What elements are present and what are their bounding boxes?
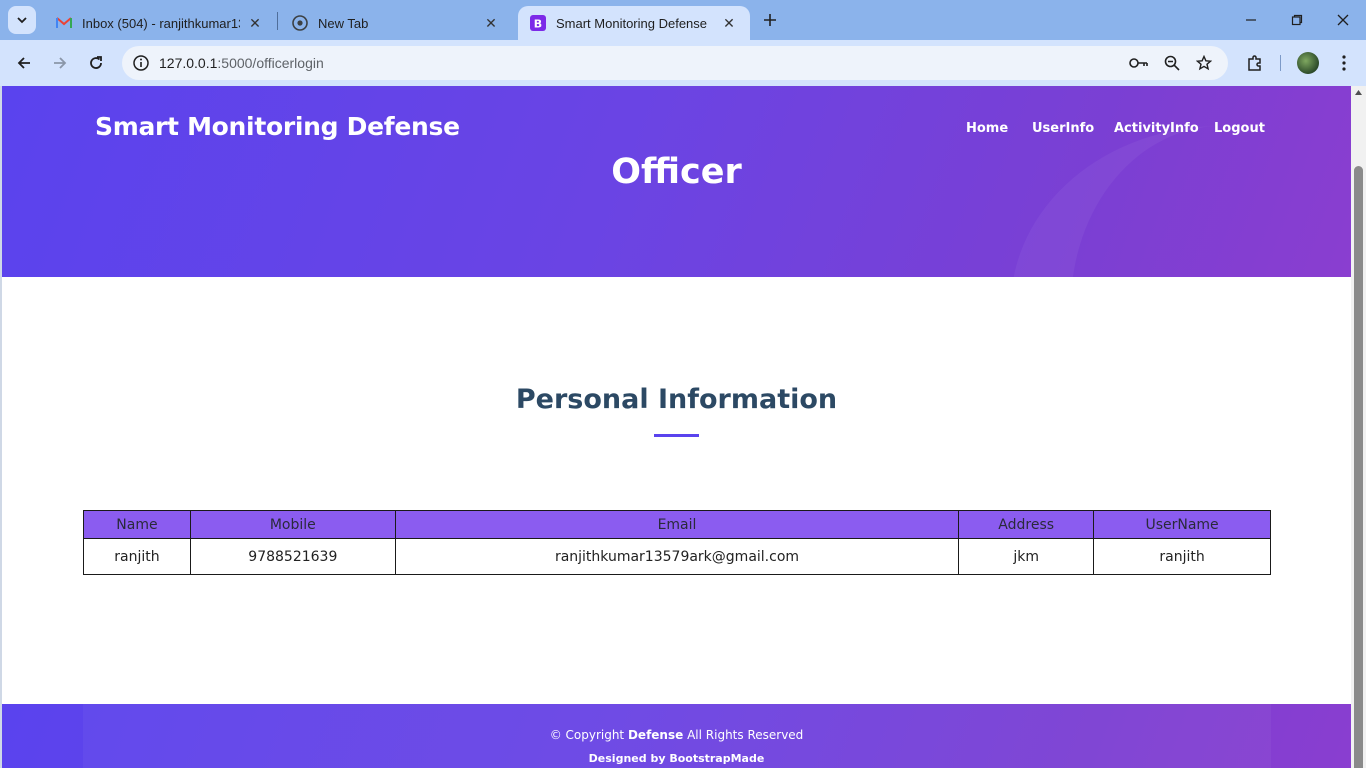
profile-avatar[interactable] [1297, 52, 1319, 74]
reload-button[interactable] [81, 48, 111, 78]
page-title: Officer [611, 152, 742, 192]
close-icon [1337, 14, 1349, 26]
cell-email: ranjithkumar13579ark@gmail.com [394, 538, 960, 575]
page-viewport: Smart Monitoring Defense Home UserInfo A… [0, 86, 1351, 768]
section-underline [654, 434, 699, 437]
table-row: ranjith 9788521639 ranjithkumar13579ark@… [83, 538, 1271, 575]
svg-text:B: B [534, 18, 542, 31]
column-header-email: Email [394, 510, 960, 539]
reload-icon [90, 56, 102, 69]
nav-activityinfo[interactable]: ActivityInfo [1114, 121, 1199, 136]
column-header-mobile: Mobile [189, 510, 396, 539]
close-window-button[interactable] [1320, 6, 1366, 34]
back-button[interactable] [9, 48, 39, 78]
minimize-icon [1246, 19, 1256, 21]
copyright-brand: Defense [627, 728, 684, 742]
browser-tab-new-tab[interactable]: New Tab ✕ [280, 6, 512, 40]
plus-icon [764, 14, 776, 26]
browser-toolbar: 127.0.0.1:5000/officerlogin [0, 40, 1366, 86]
restore-button[interactable] [1274, 6, 1320, 34]
extensions-button[interactable] [1240, 48, 1270, 78]
close-tab-icon[interactable]: ✕ [246, 14, 264, 32]
tab-title: New Tab [318, 15, 369, 31]
gmail-icon [56, 15, 72, 31]
site-brand[interactable]: Smart Monitoring Defense [95, 112, 460, 141]
site-info-icon[interactable] [132, 54, 150, 72]
nav-home[interactable]: Home [966, 121, 1008, 136]
tab-title: Inbox (504) - ranjithkumar13579 [82, 15, 240, 31]
arrow-left-icon [17, 57, 30, 69]
nav-logout[interactable]: Logout [1214, 121, 1265, 136]
toolbar-divider [1280, 55, 1281, 71]
personal-info-table: Name Mobile Email Address UserName ranji… [83, 510, 1271, 575]
nav-userinfo[interactable]: UserInfo [1032, 121, 1094, 136]
column-header-name: Name [83, 510, 191, 539]
cell-address: jkm [958, 538, 1095, 575]
chrome-icon [292, 15, 308, 31]
tab-separator [277, 12, 278, 30]
close-tab-icon[interactable]: ✕ [720, 14, 738, 32]
hero-decoration [1011, 126, 1351, 277]
chevron-down-icon [17, 17, 27, 24]
browser-tabstrip: Inbox (504) - ranjithkumar13579 ✕ New Ta… [0, 0, 1366, 40]
scrollbar-thumb[interactable] [1354, 166, 1363, 768]
puzzle-icon [1248, 55, 1261, 71]
table-header-row: Name Mobile Email Address UserName [83, 510, 1271, 539]
cell-mobile: 9788521639 [189, 538, 396, 575]
cell-username: ranjith [1093, 538, 1271, 575]
tab-search-button[interactable] [8, 6, 36, 34]
zoom-icon[interactable] [1162, 53, 1182, 73]
section-title: Personal Information [515, 384, 838, 415]
password-key-icon[interactable] [1129, 53, 1149, 73]
restore-icon [1291, 14, 1303, 26]
forward-button[interactable] [45, 48, 75, 78]
new-tab-button[interactable] [758, 8, 782, 32]
column-header-username: UserName [1093, 510, 1271, 539]
bootstrap-icon: B [530, 15, 546, 31]
page-footer: © Copyright Defense All Rights Reserved … [2, 704, 1351, 768]
page-scrollbar[interactable] [1351, 86, 1366, 768]
arrow-right-icon [54, 57, 67, 69]
column-header-address: Address [958, 510, 1095, 539]
cell-name: ranjith [83, 538, 191, 575]
tab-title: Smart Monitoring Defense [556, 15, 708, 31]
copyright-prefix: © Copyright [549, 728, 625, 742]
url-text: 127.0.0.1:5000/officerlogin [159, 55, 324, 71]
credits-text[interactable]: Designed by BootstrapMade [2, 752, 1351, 765]
browser-menu-button[interactable] [1329, 48, 1359, 78]
url-host: 127.0.0.1 [159, 55, 218, 71]
more-vert-icon [1342, 55, 1346, 71]
browser-tab-inbox[interactable]: Inbox (504) - ranjithkumar13579 ✕ [44, 6, 276, 40]
browser-tab-active[interactable]: B Smart Monitoring Defense ✕ [518, 6, 750, 40]
scroll-up-arrow-icon[interactable] [1354, 89, 1363, 97]
close-tab-icon[interactable]: ✕ [482, 14, 500, 32]
address-bar[interactable]: 127.0.0.1:5000/officerlogin [122, 46, 1228, 80]
minimize-button[interactable] [1228, 6, 1274, 34]
copyright-suffix: All Rights Reserved [687, 728, 804, 742]
url-path: :5000/officerlogin [217, 55, 324, 71]
hero-header: Smart Monitoring Defense Home UserInfo A… [2, 86, 1351, 277]
bookmark-star-icon[interactable] [1194, 53, 1214, 73]
copyright-text: © Copyright Defense All Rights Reserved [2, 728, 1351, 742]
